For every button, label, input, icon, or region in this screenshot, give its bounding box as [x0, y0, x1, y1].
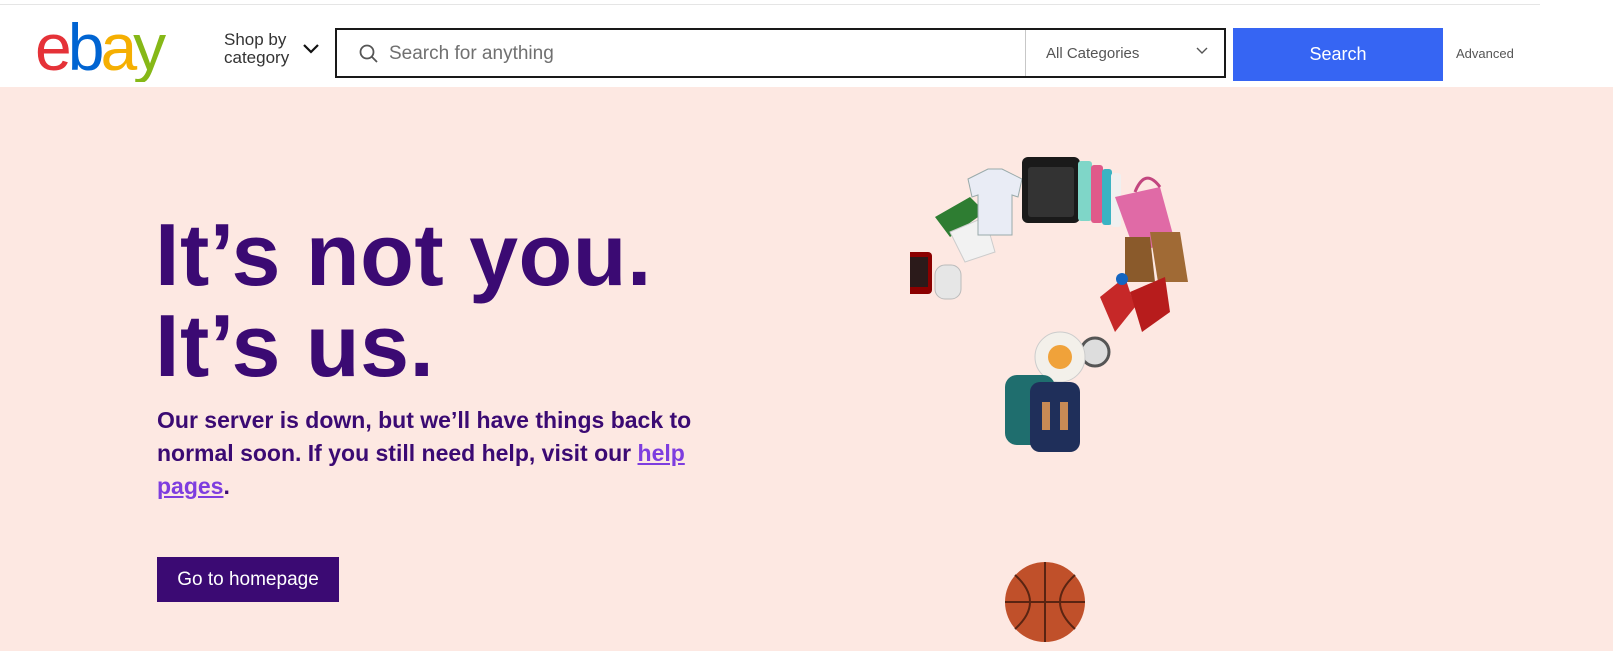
ebay-logo[interactable]: ebay — [35, 20, 185, 82]
search-icon — [359, 44, 378, 63]
logo-letter-y: y — [133, 20, 166, 82]
advanced-search-link[interactable]: Advanced — [1456, 46, 1514, 61]
phone-cases-icon — [1078, 161, 1121, 227]
bluetooth-speaker-icon — [1022, 157, 1080, 223]
logo-letter-a: a — [100, 20, 137, 82]
smart-speaker-icon — [934, 264, 962, 300]
logo-letter-e: e — [35, 20, 69, 82]
error-hero: It’s not you. It’s us. Our server is dow… — [0, 87, 1613, 651]
search-input[interactable] — [387, 38, 1031, 70]
go-to-homepage-button[interactable]: Go to homepage — [157, 557, 339, 602]
chevron-down-icon — [1196, 47, 1208, 54]
coffee-press-icon — [910, 252, 932, 294]
svg-text:ebay: ebay — [35, 20, 166, 82]
headline-line-1: It’s not you. — [155, 205, 652, 304]
category-select[interactable]: All Categories — [1025, 30, 1227, 76]
question-mark-illustration — [910, 157, 1188, 642]
search-bar: All Categories — [335, 28, 1226, 78]
droid-toy-icon — [1034, 331, 1086, 383]
ankle-boots-icon — [1125, 232, 1188, 282]
site-header: ebay Shop by category All Categories Sea… — [0, 5, 1617, 87]
category-select-value: All Categories — [1046, 45, 1140, 62]
wristwatch-icon — [1079, 336, 1111, 368]
chevron-down-icon — [303, 44, 319, 54]
error-message: Our server is down, but we’ll have thing… — [157, 404, 737, 503]
error-message-text: Our server is down, but we’ll have thing… — [157, 407, 692, 466]
shop-by-category-button[interactable]: Shop by category — [224, 31, 324, 75]
logo-letter-b: b — [68, 20, 102, 82]
search-button[interactable]: Search — [1233, 28, 1443, 81]
backpacks-icon — [1005, 375, 1080, 452]
error-message-end: . — [223, 473, 230, 499]
page-title: It’s not you. It’s us. — [155, 209, 652, 391]
signed-basketball-icon — [1005, 562, 1085, 642]
headline-line-2: It’s us. — [155, 296, 435, 395]
